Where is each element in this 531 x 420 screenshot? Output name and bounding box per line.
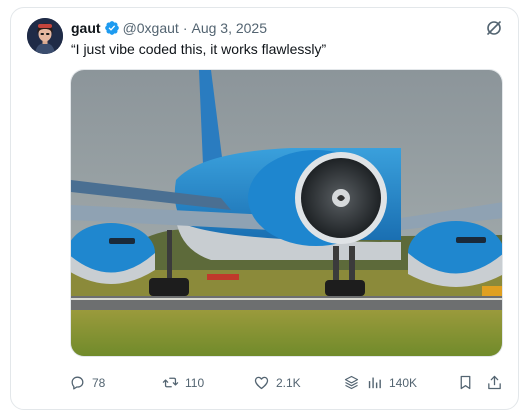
views-icon bbox=[368, 377, 381, 389]
repost-button[interactable]: 110 bbox=[162, 374, 204, 391]
post-header: gaut @0xgaut · Aug 3, 2025 bbox=[71, 19, 267, 37]
author-name[interactable]: gaut bbox=[71, 20, 101, 36]
like-icon bbox=[254, 376, 269, 390]
view-count: 140K bbox=[389, 375, 418, 390]
action-bar: 78 110 2.1K 140K bbox=[69, 374, 504, 394]
reply-icon bbox=[71, 376, 84, 390]
views-button[interactable]: 140K bbox=[343, 374, 417, 391]
reply-button[interactable]: 78 bbox=[69, 374, 105, 391]
post-text: “I just vibe coded this, it works flawle… bbox=[71, 41, 327, 57]
share-icon bbox=[488, 375, 501, 390]
verified-badge-icon bbox=[104, 20, 120, 36]
tweet-card[interactable]: gaut @0xgaut · Aug 3, 2025 “I just vibe … bbox=[10, 7, 519, 410]
repost-icon bbox=[162, 377, 179, 388]
author-handle[interactable]: @0xgaut bbox=[123, 20, 179, 36]
bookmark-button[interactable] bbox=[457, 374, 480, 391]
share-button[interactable] bbox=[486, 374, 509, 391]
post-date[interactable]: Aug 3, 2025 bbox=[191, 20, 267, 36]
repost-count: 110 bbox=[185, 375, 205, 390]
separator-dot: · bbox=[182, 20, 188, 36]
post-image[interactable] bbox=[70, 69, 503, 357]
bookmark-icon bbox=[460, 375, 471, 390]
layers-icon bbox=[344, 375, 359, 390]
avatar[interactable] bbox=[27, 18, 63, 54]
like-count: 2.1K bbox=[276, 375, 301, 390]
grok-icon[interactable] bbox=[484, 18, 504, 38]
like-button[interactable]: 2.1K bbox=[253, 374, 301, 391]
reply-count: 78 bbox=[92, 375, 106, 390]
